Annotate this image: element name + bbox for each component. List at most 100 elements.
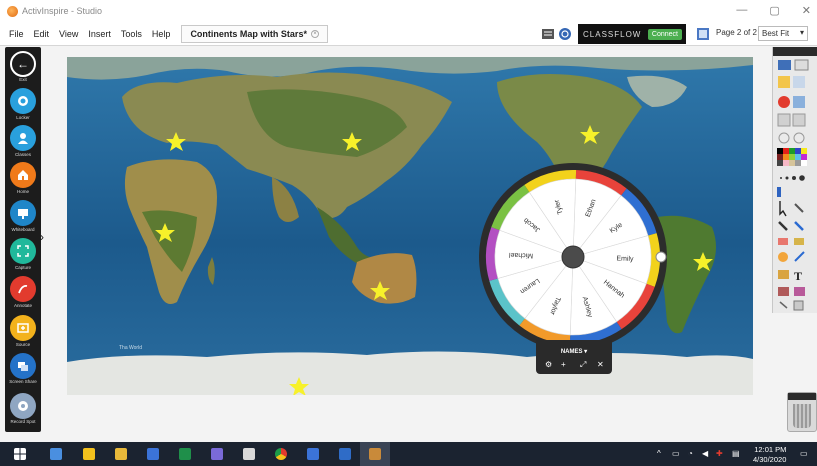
toolbar-expand-arrow-icon[interactable]: › — [40, 230, 44, 244]
whiteboard-label: Whiteboard — [11, 227, 35, 232]
connect-button[interactable]: Connect — [647, 28, 682, 40]
document-tab[interactable]: Continents Map with Stars* × — [181, 24, 328, 43]
color-palette[interactable] — [777, 148, 807, 166]
spinner-title[interactable]: NAMES ▾ — [536, 348, 612, 355]
screen-share-button[interactable] — [10, 353, 36, 379]
tray-chevron-up-icon[interactable]: ^ — [657, 449, 661, 458]
search-icon[interactable] — [50, 448, 62, 460]
classflow-globe-icon[interactable] — [558, 27, 572, 41]
fill-icon[interactable] — [794, 238, 804, 245]
reset-icon[interactable] — [778, 96, 790, 108]
toolbox-titlebar — [773, 47, 817, 56]
menu-view[interactable]: View — [54, 29, 83, 39]
close-icon[interactable]: ✕ — [597, 360, 604, 369]
pen-icon[interactable] — [794, 203, 804, 213]
annotate-button[interactable] — [10, 276, 36, 302]
home-icon — [18, 170, 28, 180]
antarctica — [67, 351, 753, 395]
spotlight-icon[interactable] — [779, 301, 788, 309]
outlook-icon[interactable] — [339, 448, 351, 460]
main-menu-icon[interactable] — [778, 76, 790, 88]
record-spot-button[interactable] — [10, 393, 36, 419]
marker-icon[interactable] — [778, 221, 788, 231]
battery-icon[interactable]: ▭ — [672, 449, 680, 458]
whiteboard-icon — [18, 209, 28, 219]
exit-button[interactable]: ← — [10, 51, 36, 77]
minimize-button[interactable]: — — [736, 4, 747, 17]
camtasia-icon[interactable] — [179, 448, 191, 460]
store-icon[interactable] — [147, 448, 159, 460]
windows-start-icon[interactable] — [14, 448, 26, 460]
next-page-icon[interactable] — [792, 113, 806, 127]
menu-file[interactable]: File — [0, 29, 29, 39]
whiteboard-button[interactable] — [10, 200, 36, 226]
menu-bar: File Edit View Insert Tools Help Contine… — [0, 22, 817, 46]
connector-icon[interactable] — [794, 251, 805, 262]
tray-clock[interactable]: 12:01 PM 4/30/2020 — [753, 445, 786, 465]
undo-icon[interactable] — [778, 132, 790, 144]
previous-page-icon[interactable] — [777, 113, 791, 127]
zoom-select[interactable]: Best Fit ▾ — [758, 26, 808, 41]
menu-insert[interactable]: Insert — [83, 29, 116, 39]
annotate-icon — [18, 284, 28, 294]
shape-icon[interactable] — [778, 252, 788, 262]
record-icon — [18, 401, 28, 411]
zoom-icon[interactable] — [793, 96, 805, 108]
eraser-icon[interactable] — [778, 238, 788, 245]
page-thumbnail-icon[interactable] — [696, 27, 710, 41]
file-explorer-icon[interactable] — [115, 448, 127, 460]
select-icon[interactable] — [779, 201, 787, 217]
teams-icon[interactable] — [211, 448, 223, 460]
menu-help[interactable]: Help — [147, 29, 176, 39]
page-browser-icon[interactable] — [541, 27, 555, 41]
settings-icon[interactable] — [243, 448, 255, 460]
highlighter-icon[interactable] — [794, 221, 804, 231]
toolbox-tools: T — [777, 59, 809, 311]
switch-profile-icon[interactable] — [778, 60, 791, 70]
redo-icon[interactable] — [793, 132, 805, 144]
capture-button[interactable] — [10, 238, 36, 264]
browser-icon[interactable] — [794, 59, 809, 71]
locker-button[interactable] — [10, 88, 36, 114]
network-icon[interactable]: ◔ — [688, 449, 693, 458]
menu-tools[interactable]: Tools — [116, 29, 147, 39]
text-tool-icon[interactable]: T — [794, 269, 802, 283]
tab-close-icon[interactable]: × — [310, 29, 319, 38]
pen-width-slider[interactable] — [780, 175, 805, 181]
activinspire-taskbar-icon[interactable] — [369, 448, 381, 460]
clear-icon[interactable] — [778, 287, 789, 296]
maximize-button[interactable]: ▢ — [769, 4, 779, 17]
sticky-notes-icon[interactable] — [83, 448, 95, 460]
expand-icon[interactable]: ⤢ — [580, 360, 586, 370]
menu-edit[interactable]: Edit — [29, 29, 55, 39]
settings-icon[interactable]: ⚙ — [545, 360, 552, 369]
image-icon[interactable] — [778, 270, 789, 279]
home-button[interactable] — [10, 162, 36, 188]
spinner-hub[interactable] — [561, 245, 585, 269]
chrome-icon[interactable] — [275, 448, 287, 460]
more-tools-icon[interactable] — [793, 300, 804, 311]
exit-label: Exit — [19, 77, 27, 82]
screen-share-label: Screen Share — [9, 379, 37, 384]
new-page-icon[interactable] — [793, 76, 805, 88]
notifications-icon[interactable]: ▭ — [800, 449, 808, 458]
trash-can[interactable] — [787, 392, 817, 432]
name-spinner[interactable]: EthanKyleEmilyHannahAshleyTaylorLaurenMi… — [478, 162, 668, 352]
left-toolbar: ← Exit Locker Classes Home Whiteboard Ca… — [5, 47, 41, 432]
classes-button[interactable] — [10, 125, 36, 151]
window-controls: — ▢ ✕ — [736, 4, 811, 17]
keyboard-icon[interactable]: ▤ — [732, 449, 740, 458]
close-button[interactable]: ✕ — [802, 4, 811, 17]
add-icon[interactable]: + — [561, 360, 566, 369]
source-button[interactable] — [10, 315, 36, 341]
capture-icon — [17, 245, 29, 257]
spinner-name-label: Emily — [616, 255, 634, 263]
color-strip[interactable] — [777, 187, 781, 197]
home-label: Home — [16, 189, 29, 194]
classflow-panel: CLASSFLOW Connect — [578, 24, 686, 44]
zoom-app-icon[interactable] — [307, 448, 319, 460]
tray-app-icon[interactable]: ✚ — [716, 449, 723, 458]
volume-icon[interactable]: ◀ — [702, 449, 708, 458]
clock-date: 4/30/2020 — [753, 455, 787, 464]
camera-icon[interactable] — [794, 287, 805, 296]
